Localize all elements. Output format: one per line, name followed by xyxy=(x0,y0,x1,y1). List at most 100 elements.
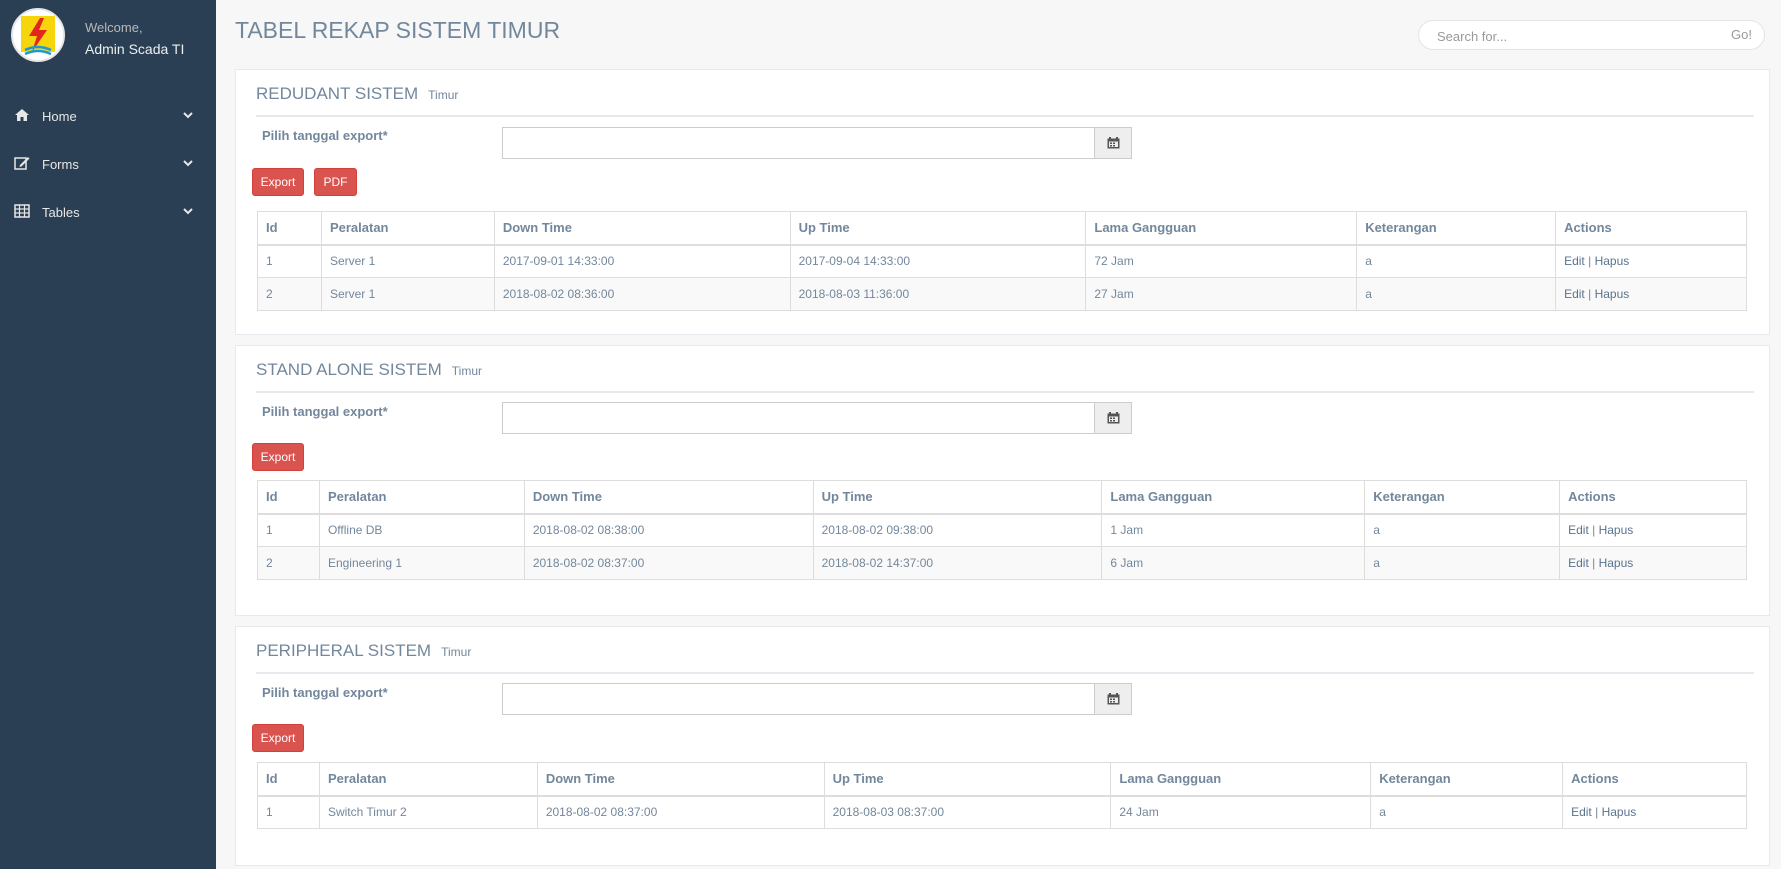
cell-lama-gangguan: 72 Jam xyxy=(1085,244,1358,278)
action-separator: | xyxy=(1588,287,1592,301)
calendar-button[interactable] xyxy=(1094,402,1132,434)
cell-down-time: 2018-08-02 08:37:00 xyxy=(536,795,825,829)
calendar-button[interactable] xyxy=(1094,127,1132,159)
cell-keterangan: a xyxy=(1370,795,1564,829)
cell-up-time: 2018-08-03 08:37:00 xyxy=(823,795,1112,829)
divider xyxy=(256,115,1754,117)
column-header[interactable]: Keterangan xyxy=(1356,211,1557,246)
delete-link[interactable]: Hapus xyxy=(1595,254,1630,268)
column-header[interactable]: Peralatan xyxy=(320,211,495,246)
cell-keterangan: a xyxy=(1356,244,1557,278)
home-icon xyxy=(15,109,29,121)
column-header[interactable]: Up Time xyxy=(812,480,1103,515)
export-date-field[interactable] xyxy=(502,683,1095,715)
delete-link[interactable]: Hapus xyxy=(1595,287,1630,301)
export-date-field[interactable] xyxy=(502,402,1095,434)
export-date-label: Pilih tanggal export* xyxy=(262,128,388,143)
export-button[interactable]: Export xyxy=(252,443,304,471)
cell-down-time: 2018-08-02 08:38:00 xyxy=(523,513,814,547)
cell-up-time: 2017-09-04 14:33:00 xyxy=(789,244,1087,278)
cell-lama-gangguan: 27 Jam xyxy=(1085,277,1358,311)
column-header[interactable]: Keterangan xyxy=(1364,480,1561,515)
table-row: 1 Server 1 2017-09-01 14:33:00 2017-09-0… xyxy=(257,244,1747,278)
cell-down-time: 2018-08-02 08:37:00 xyxy=(523,546,814,580)
search-go-button[interactable]: Go! xyxy=(1731,27,1752,42)
export-date-label: Pilih tanggal export* xyxy=(262,685,388,700)
sidebar-item-home[interactable]: Home xyxy=(0,100,216,130)
cell-actions: Edit | Hapus xyxy=(1555,244,1747,278)
table-header-row: Id Peralatan Down Time Up Time Lama Gang… xyxy=(257,762,1747,797)
calendar-button[interactable] xyxy=(1094,683,1132,715)
column-header[interactable]: Peralatan xyxy=(318,762,538,797)
table-header-row: Id Peralatan Down Time Up Time Lama Gang… xyxy=(257,480,1747,515)
edit-link[interactable]: Edit xyxy=(1568,556,1589,570)
calendar-icon xyxy=(1107,412,1120,424)
action-separator: | xyxy=(1592,523,1596,538)
search-box: Go! xyxy=(1418,20,1765,50)
sidebar-item-label: Home xyxy=(42,109,77,124)
cell-peralatan: Offline DB xyxy=(318,513,525,547)
cell-id: 2 xyxy=(257,546,320,580)
column-header[interactable]: Down Time xyxy=(493,211,791,246)
delete-link[interactable]: Hapus xyxy=(1602,805,1637,819)
column-header[interactable]: Id xyxy=(257,211,322,246)
divider xyxy=(256,391,1754,393)
table-icon xyxy=(14,204,30,218)
cell-up-time: 2018-08-03 11:36:00 xyxy=(789,277,1087,311)
column-header[interactable]: Keterangan xyxy=(1370,762,1564,797)
column-header[interactable]: Up Time xyxy=(789,211,1087,246)
cell-down-time: 2018-08-02 08:36:00 xyxy=(493,277,791,311)
cell-keterangan: a xyxy=(1364,513,1561,547)
cell-lama-gangguan: 24 Jam xyxy=(1110,795,1372,829)
chevron-down-icon xyxy=(183,160,193,167)
edit-link[interactable]: Edit xyxy=(1571,805,1592,819)
edit-link[interactable]: Edit xyxy=(1568,523,1589,537)
action-separator: | xyxy=(1595,805,1599,820)
table-row: 2 Server 1 2018-08-02 08:36:00 2018-08-0… xyxy=(257,277,1747,311)
cell-id: 1 xyxy=(257,795,320,829)
panel-header: STAND ALONE SISTEM Timur xyxy=(256,360,482,380)
delete-link[interactable]: Hapus xyxy=(1599,556,1634,570)
export-date-field[interactable] xyxy=(502,127,1095,159)
cell-peralatan: Server 1 xyxy=(320,277,495,311)
divider xyxy=(256,672,1754,674)
column-header[interactable]: Actions xyxy=(1555,211,1747,246)
cell-id: 1 xyxy=(257,244,322,278)
panel-title: PERIPHERAL SISTEM xyxy=(256,641,432,660)
delete-link[interactable]: Hapus xyxy=(1599,523,1634,537)
calendar-icon xyxy=(1107,693,1120,705)
export-button[interactable]: Export xyxy=(252,724,304,752)
column-header[interactable]: Peralatan xyxy=(318,480,525,515)
edit-link[interactable]: Edit xyxy=(1564,254,1585,268)
sidebar-item-tables[interactable]: Tables xyxy=(0,196,216,226)
column-header[interactable]: Down Time xyxy=(523,480,814,515)
column-header[interactable]: Lama Gangguan xyxy=(1101,480,1366,515)
cell-down-time: 2017-09-01 14:33:00 xyxy=(493,244,791,278)
export-button[interactable]: Export xyxy=(252,168,304,196)
column-header[interactable]: Up Time xyxy=(823,762,1112,797)
column-header[interactable]: Down Time xyxy=(536,762,825,797)
column-header[interactable]: Id xyxy=(257,480,320,515)
action-separator: | xyxy=(1588,254,1592,269)
search-input[interactable] xyxy=(1437,27,1697,45)
sidebar-item-forms[interactable]: Forms xyxy=(0,148,216,178)
table-row: 2 Engineering 1 2018-08-02 08:37:00 2018… xyxy=(257,546,1747,580)
column-header[interactable]: Actions xyxy=(1559,480,1747,515)
page-title: TABEL REKAP SISTEM TIMUR xyxy=(235,17,561,43)
user-name: Admin Scada TI xyxy=(85,41,185,57)
chevron-down-icon xyxy=(183,112,193,119)
peripheral-table: Id Peralatan Down Time Up Time Lama Gang… xyxy=(257,762,1747,829)
pln-logo[interactable] xyxy=(11,8,65,62)
panel-redudant-sistem: REDUDANT SISTEM Timur Pilih tanggal expor… xyxy=(235,69,1770,335)
panel-peripheral-sistem: PERIPHERAL SISTEM Timur Pilih tanggal exp… xyxy=(235,626,1770,866)
column-header[interactable]: Actions xyxy=(1562,762,1747,797)
column-header[interactable]: Id xyxy=(257,762,320,797)
pdf-button[interactable]: PDF xyxy=(314,168,357,196)
cell-keterangan: a xyxy=(1356,277,1557,311)
table-row: 1 Offline DB 2018-08-02 08:38:00 2018-08… xyxy=(257,513,1747,547)
cell-keterangan: a xyxy=(1364,546,1561,580)
edit-link[interactable]: Edit xyxy=(1564,287,1585,301)
column-header[interactable]: Lama Gangguan xyxy=(1110,762,1372,797)
cell-peralatan: Switch Timur 2 xyxy=(318,795,538,829)
column-header[interactable]: Lama Gangguan xyxy=(1085,211,1358,246)
